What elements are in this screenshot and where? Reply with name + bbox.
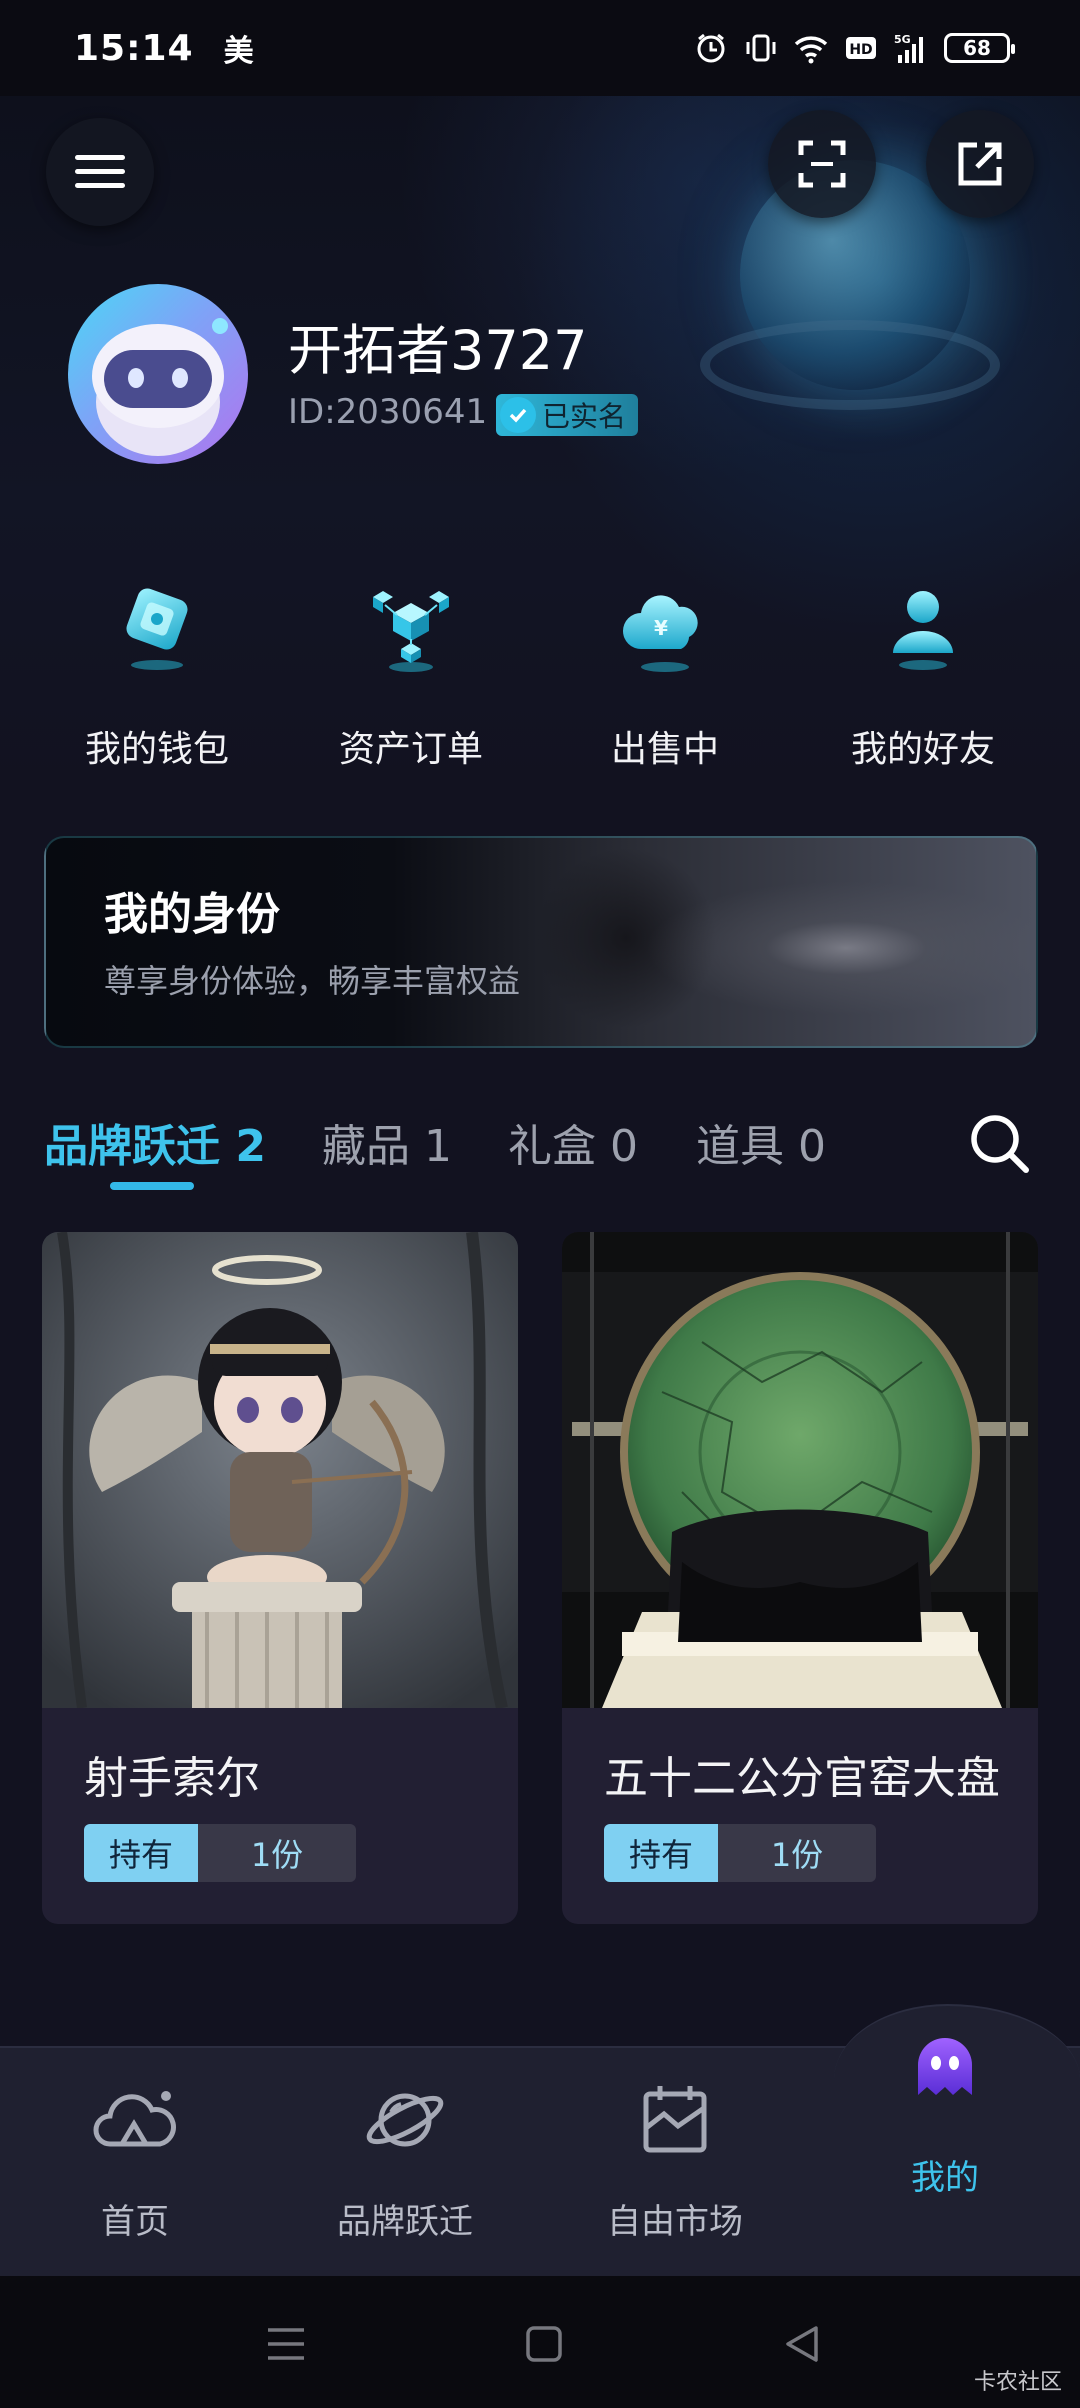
quick-item-on-sale[interactable]: ¥ 出售中 — [530, 570, 800, 772]
vibrate-icon — [746, 34, 776, 62]
nav-home[interactable]: 首页 — [0, 2074, 270, 2243]
identity-banner-image — [516, 838, 1036, 1046]
card-image-celadon-plate — [562, 1232, 1038, 1708]
back-icon[interactable] — [780, 2322, 824, 2366]
nav-label-brand-transition: 品牌跃迁 — [337, 2202, 473, 2242]
holding-count: 1份 — [198, 1824, 356, 1882]
tab-brand-transition[interactable]: 品牌跃迁 2 — [44, 1110, 266, 1174]
tab-label: 礼盒 — [508, 1121, 596, 1172]
share-icon — [958, 142, 1002, 186]
holding-badge: 持有 1份 — [604, 1824, 876, 1882]
wallet-icon — [102, 570, 212, 680]
user-id: ID:2030641 — [288, 392, 488, 432]
svg-text:5G: 5G — [894, 33, 911, 46]
quick-item-friends[interactable]: 我的好友 — [788, 570, 1058, 772]
quick-item-wallet[interactable]: 我的钱包 — [22, 570, 292, 772]
card-title: 五十二公分官窑大盘 — [604, 1753, 1000, 1804]
recent-apps-icon[interactable] — [264, 2322, 308, 2366]
home-cloud-icon — [90, 2074, 180, 2164]
share-button[interactable] — [926, 110, 1034, 218]
status-time: 15:14 — [74, 27, 194, 69]
tab-label: 道具 — [696, 1121, 784, 1172]
user-nickname: 开拓者3727 — [288, 319, 588, 382]
tab-count: 2 — [235, 1121, 266, 1172]
quick-label-on-sale: 出售中 — [610, 729, 719, 770]
identity-banner[interactable]: 我的身份 尊享身份体验，畅享丰富权益 — [44, 836, 1038, 1048]
mascot-icon — [900, 2022, 990, 2112]
scan-button[interactable] — [768, 110, 876, 218]
nav-brand-transition[interactable]: 品牌跃迁 — [270, 2074, 540, 2243]
market-icon — [630, 2074, 720, 2164]
battery-icon: 68 — [944, 33, 1015, 63]
alarm-icon — [697, 33, 725, 63]
nav-label-mine: 我的 — [911, 2158, 979, 2198]
tab-label: 藏品 — [322, 1121, 410, 1172]
active-tab-indicator — [110, 1182, 194, 1190]
tab-collectibles[interactable]: 藏品 1 — [322, 1110, 452, 1174]
hd-icon: HD — [846, 37, 876, 59]
signal-5g-icon: 5G — [894, 33, 923, 63]
watermark: 卡农社区 — [973, 2370, 1062, 2395]
search-icon[interactable] — [966, 1110, 1032, 1176]
svg-text:¥: ¥ — [654, 616, 668, 640]
wifi-icon — [794, 36, 828, 64]
tab-label: 品牌跃迁 — [44, 1121, 220, 1172]
quick-label-wallet: 我的钱包 — [84, 729, 229, 770]
menu-icon — [75, 155, 125, 188]
identity-subtitle: 尊享身份体验，畅享丰富权益 — [104, 962, 521, 1000]
quick-item-asset-order[interactable]: 资产订单 — [276, 570, 546, 772]
check-icon — [500, 397, 536, 433]
status-icons: HD 5G 68 — [694, 31, 1015, 65]
collectible-card[interactable]: 五十二公分官窑大盘 持有 1份 — [562, 1232, 1038, 1924]
asset-order-icon — [356, 570, 466, 680]
on-sale-icon: ¥ — [610, 570, 720, 680]
robot-avatar-icon — [92, 318, 228, 456]
status-bar: 15:14 美 HD 5G 68 — [0, 0, 1080, 96]
quick-label-friends: 我的好友 — [850, 729, 995, 770]
friends-icon — [868, 570, 978, 680]
collectible-card[interactable]: 射手索尔 持有 1份 — [42, 1232, 518, 1924]
holding-badge: 持有 1份 — [84, 1824, 356, 1882]
menu-button[interactable] — [46, 118, 154, 226]
holding-count: 1份 — [718, 1824, 876, 1882]
home-icon[interactable] — [522, 2322, 566, 2366]
status-carrier: 美 — [223, 34, 254, 69]
card-title: 射手索尔 — [84, 1753, 260, 1804]
svg-text:HD: HD — [849, 42, 872, 58]
planet-icon — [360, 2074, 450, 2164]
scan-icon — [798, 140, 846, 188]
holding-label: 持有 — [84, 1824, 198, 1882]
tab-count: 0 — [798, 1121, 826, 1172]
tab-count: 1 — [424, 1121, 452, 1172]
holding-label: 持有 — [604, 1824, 718, 1882]
nav-free-market[interactable]: 自由市场 — [540, 2074, 810, 2243]
quick-label-asset-order: 资产订单 — [338, 729, 483, 770]
verified-label: 已实名 — [542, 400, 627, 433]
nav-label-free-market: 自由市场 — [607, 2202, 743, 2242]
nav-label-home: 首页 — [101, 2202, 169, 2242]
tab-props[interactable]: 道具 0 — [696, 1110, 826, 1174]
orb-ring-decoration — [700, 320, 1000, 410]
card-image-archer — [42, 1232, 518, 1708]
avatar[interactable] — [68, 284, 248, 464]
verified-badge: 已实名 — [496, 394, 639, 436]
tab-count: 0 — [610, 1121, 638, 1172]
nav-mine[interactable]: 我的 — [810, 2038, 1080, 2199]
tab-gift-box[interactable]: 礼盒 0 — [508, 1110, 638, 1174]
identity-title: 我的身份 — [104, 889, 280, 940]
